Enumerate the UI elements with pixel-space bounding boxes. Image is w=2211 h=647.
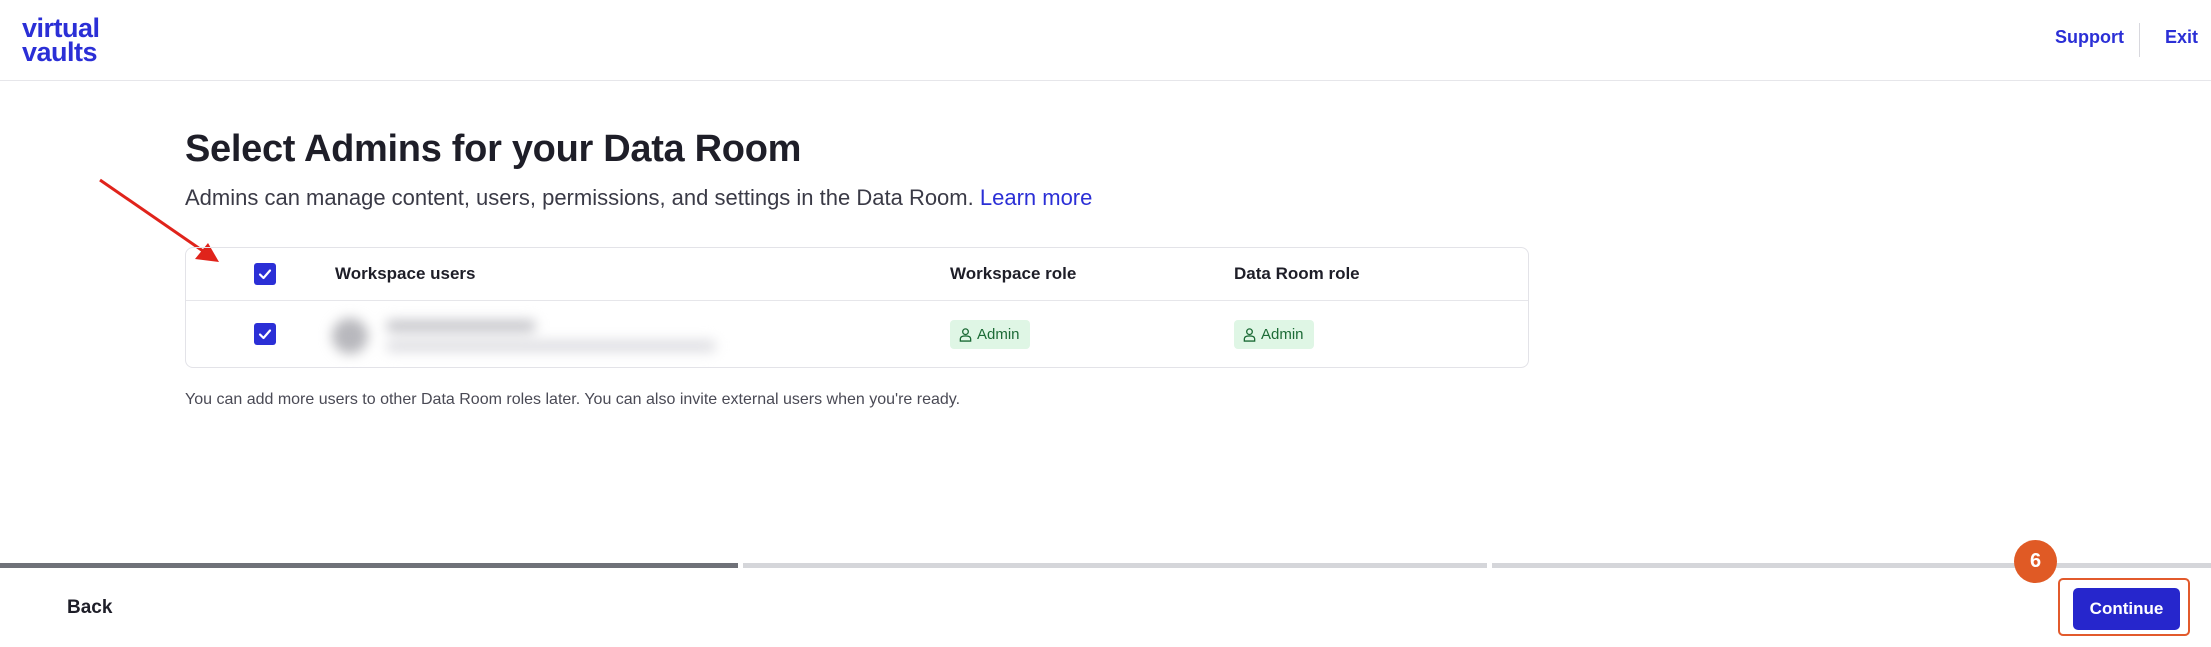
dataroom-role-badge: Admin bbox=[1234, 320, 1314, 349]
column-header-dataroom-role[interactable]: Data Room role bbox=[1234, 264, 1360, 284]
user-icon bbox=[1243, 328, 1256, 342]
progress-step-2 bbox=[743, 563, 1487, 568]
progress-step-3 bbox=[1492, 563, 2211, 568]
continue-button[interactable]: Continue bbox=[2073, 588, 2180, 630]
blurred-user-info bbox=[326, 310, 756, 360]
column-header-workspace-users[interactable]: Workspace users bbox=[335, 264, 475, 284]
exit-link[interactable]: Exit bbox=[2165, 27, 2198, 48]
progress-step-1-complete bbox=[0, 563, 738, 568]
helper-text: You can add more users to other Data Roo… bbox=[185, 391, 961, 408]
table-row: Admin Admin bbox=[186, 300, 1528, 368]
logo-line-2: vaults bbox=[22, 37, 98, 67]
select-all-checkbox[interactable] bbox=[254, 263, 276, 285]
blurred-user-email bbox=[386, 340, 716, 352]
workspace-role-badge: Admin bbox=[950, 320, 1030, 349]
step-number-badge: 6 bbox=[2014, 540, 2057, 583]
page-subtitle: Admins can manage content, users, permis… bbox=[185, 185, 1092, 211]
learn-more-link[interactable]: Learn more bbox=[980, 185, 1093, 210]
checkmark-icon bbox=[258, 269, 272, 280]
top-header: virtual vaults Support Exit bbox=[0, 0, 2211, 81]
header-divider bbox=[2139, 23, 2140, 57]
avatar bbox=[332, 318, 368, 354]
user-icon bbox=[959, 328, 972, 342]
virtual-vaults-logo[interactable]: virtual vaults bbox=[22, 15, 100, 67]
subtitle-text: Admins can manage content, users, permis… bbox=[185, 185, 980, 210]
admins-table: Workspace users Workspace role Data Room… bbox=[185, 247, 1529, 368]
table-header-row: Workspace users Workspace role Data Room… bbox=[186, 248, 1528, 301]
checkmark-icon bbox=[258, 329, 272, 340]
page-title: Select Admins for your Data Room bbox=[185, 128, 802, 170]
dataroom-role-label: Admin bbox=[1261, 326, 1304, 343]
support-link[interactable]: Support bbox=[2055, 27, 2124, 48]
workspace-role-label: Admin bbox=[977, 326, 1020, 343]
column-header-workspace-role[interactable]: Workspace role bbox=[950, 264, 1076, 284]
blurred-user-name bbox=[386, 320, 536, 332]
row-checkbox[interactable] bbox=[254, 323, 276, 345]
back-button[interactable]: Back bbox=[67, 597, 112, 619]
